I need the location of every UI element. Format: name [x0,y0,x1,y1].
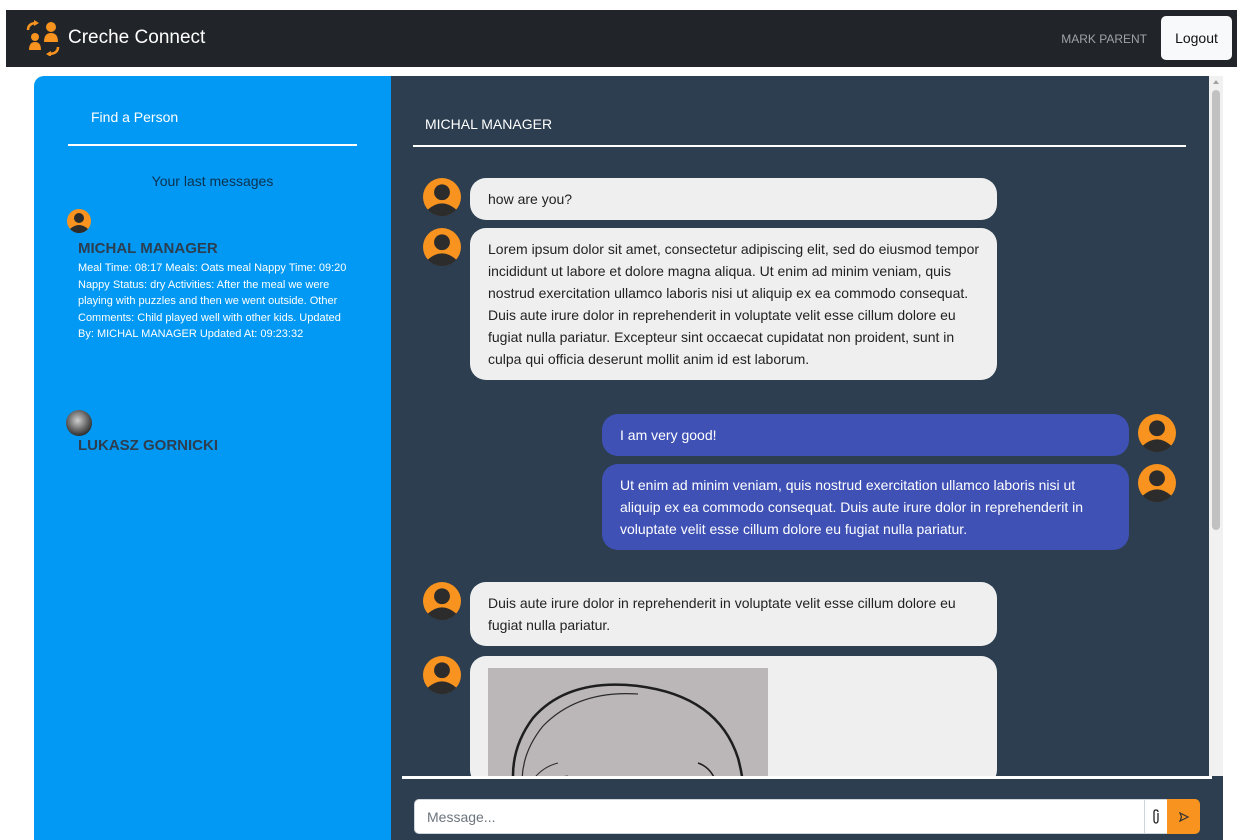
top-navbar: Creche Connect MARK PARENT Logout [6,10,1237,67]
message-list[interactable]: how are you? Lorem ipsum dolor sit amet,… [391,176,1223,778]
user-avatar-icon [423,178,461,216]
chat-header-title: MICHAL MANAGER [425,116,553,132]
message-bubble: Ut enim ad minim veniam, quis nostrud ex… [602,464,1129,550]
message-incoming: how are you? [423,178,997,220]
message-incoming: Duis aute irure dolor in reprehenderit i… [423,582,997,646]
scroll-up-arrow-icon[interactable] [1213,80,1219,84]
message-incoming-image [423,656,997,778]
sketch-image[interactable] [488,668,768,778]
contact-name: MICHAL MANAGER [78,240,218,257]
scroll-thumb[interactable] [1212,90,1220,530]
user-avatar-icon [423,656,461,694]
logout-button[interactable]: Logout [1161,16,1232,60]
message-bubble: Duis aute irure dolor in reprehenderit i… [470,582,997,646]
user-avatar-icon [423,228,461,266]
paperclip-icon [1153,808,1159,824]
contacts-sidebar: Find a Person Your last messages MICHAL … [34,76,391,840]
user-avatar-icon [1138,414,1176,452]
contact-item-lukasz-gornicki[interactable]: LUKASZ GORNICKI [66,410,356,454]
family-logo-icon [26,20,60,56]
find-person-link[interactable]: Find a Person [91,109,178,125]
send-button[interactable] [1167,799,1200,834]
chat-scrollbar[interactable] [1209,76,1223,776]
last-messages-title: Your last messages [151,173,274,189]
user-avatar-icon [67,209,91,234]
image-message-bubble [470,656,997,778]
message-bubble: how are you? [470,178,997,220]
message-bubble: I am very good! [602,414,1129,456]
find-person-divider [68,144,357,146]
send-icon [1178,811,1189,822]
current-user-name: MARK PARENT [1061,32,1147,46]
user-avatar-icon [423,582,461,620]
message-outgoing: I am very good! [602,414,1176,456]
contact-last-message: Meal Time: 08:17 Meals: Oats meal Nappy … [78,262,347,340]
contact-name: LUKASZ GORNICKI [78,437,218,454]
message-bubble: Lorem ipsum dolor sit amet, consectetur … [470,228,997,380]
chat-panel: MICHAL MANAGER how are you? Lorem ipsum … [391,76,1223,840]
message-outgoing: Ut enim ad minim veniam, quis nostrud ex… [602,464,1176,550]
message-incoming: Lorem ipsum dolor sit amet, consectetur … [423,228,997,380]
chat-header-divider [413,145,1186,147]
attach-button[interactable] [1145,799,1167,834]
user-avatar-icon [1138,464,1176,502]
photo-avatar [66,410,92,436]
message-input[interactable] [414,799,1145,834]
composer-divider [402,776,1212,779]
brand-name: Creche Connect [68,27,206,48]
brand[interactable]: Creche Connect [24,20,205,56]
contact-item-michal-manager[interactable]: MICHAL MANAGER Meal Time: 08:17 Meals: O… [66,209,356,343]
message-composer [414,799,1200,834]
